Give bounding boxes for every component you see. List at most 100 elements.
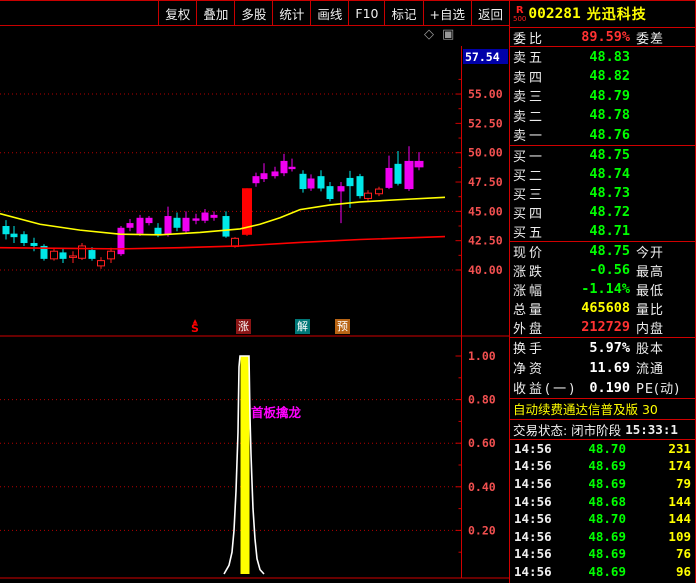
ad-banner[interactable]: 自动续费通达信普及版 30 xyxy=(510,399,695,419)
txn-price: 48.68 xyxy=(588,493,626,509)
row-label: 卖一 xyxy=(513,129,546,145)
txn-volume: 231 xyxy=(668,440,691,456)
candle-body xyxy=(154,227,162,235)
axis-label: 55.00 xyxy=(468,87,503,101)
money-signal-icon[interactable]: ▲ S xyxy=(189,319,201,335)
row-value: 48.79 xyxy=(589,87,630,104)
kline-and-indicator-chart[interactable]: 55.00 52.50 50.00 47.50 45.00 42.50 40.00 57.54… xyxy=(0,26,509,583)
candle-body xyxy=(288,166,296,170)
candle-body xyxy=(210,214,218,218)
row-label2: 今开 xyxy=(636,245,665,261)
candle-body xyxy=(20,234,28,244)
candle-body xyxy=(252,176,260,184)
candle-body xyxy=(404,160,414,190)
axis-label: 45.00 xyxy=(468,204,503,218)
candle-body xyxy=(317,176,325,189)
txn-price: 48.70 xyxy=(588,511,626,527)
row-label: 涨幅 xyxy=(513,283,546,299)
row-label: 卖三 xyxy=(513,90,546,106)
menu-button-statistics[interactable]: 统计 xyxy=(272,1,310,25)
menu-button-draw-line[interactable]: 画线 xyxy=(310,1,348,25)
txn-volume: 76 xyxy=(675,546,691,562)
candle-body xyxy=(10,233,18,238)
txn-price: 48.69 xyxy=(588,546,626,562)
mid-badge-zhang[interactable]: 涨 xyxy=(236,319,251,334)
axis-label: 0.60 xyxy=(468,436,496,450)
mid-badge-jie[interactable]: 解 xyxy=(295,319,310,334)
menu-button-mark[interactable]: 标记 xyxy=(384,1,422,25)
bid-row-5: 买五 48.71 xyxy=(510,222,695,241)
bid-levels: 买一 48.75 买二 48.74 买三 48.73 买四 48.72 买五 48.71 xyxy=(510,146,695,241)
axis-label: 0.40 xyxy=(468,480,496,494)
row-value: 212729 xyxy=(581,319,630,335)
mid-badge-yu[interactable]: 预 xyxy=(335,319,350,334)
menu-button-f10[interactable]: F10 xyxy=(348,1,384,25)
row-label2: 量比 xyxy=(636,302,665,318)
row-label2: 最低 xyxy=(636,283,665,299)
ask-row-3: 卖三 48.79 xyxy=(510,86,695,106)
axis-label: 47.50 xyxy=(468,175,503,189)
bid-row-1: 买一 48.75 xyxy=(510,146,695,165)
info-row: 涨跌 -0.56 最高 xyxy=(510,261,695,280)
transaction-row: 14:56 48.69 109 xyxy=(510,527,695,545)
row-value: 48.75 xyxy=(589,243,630,259)
row-value: 48.71 xyxy=(589,223,630,239)
transaction-row: 14:56 48.69 174 xyxy=(510,457,695,475)
row-label: 外盘 xyxy=(513,321,546,337)
weibi-row: 委比 89.59% 委差 xyxy=(513,29,665,46)
candle-body xyxy=(192,218,200,221)
row-label2: 内盘 xyxy=(636,321,665,337)
row-value: 48.72 xyxy=(589,204,630,220)
axis-label: 42.50 xyxy=(468,234,503,248)
candle-body xyxy=(136,217,144,234)
menu-button-overlay[interactable]: 叠加 xyxy=(196,1,234,25)
candle-body xyxy=(271,171,279,177)
axis-label: 40.00 xyxy=(468,263,503,277)
row-label2: 最高 xyxy=(636,264,665,280)
candle-body xyxy=(97,260,105,267)
trading-terminal-window: 复权 叠加 多股 统计 画线 F10 标记 +自选 返回 ◇ ▣ 55.00 52.50 50.00… xyxy=(0,0,696,583)
menu-button-add-watchlist[interactable]: +自选 xyxy=(422,1,471,25)
menu-button-back[interactable]: 返回 xyxy=(470,1,509,25)
info-row: 外盘 212729 内盘 xyxy=(510,318,695,337)
row-label: 卖四 xyxy=(513,70,546,86)
candle-body xyxy=(107,250,115,260)
info-row: 净资 11.69 流通 xyxy=(510,358,695,378)
axis-label: 50.00 xyxy=(468,146,503,160)
candle-body xyxy=(299,173,307,190)
row-label: 卖二 xyxy=(513,109,546,125)
bid-row-4: 买四 48.72 xyxy=(510,203,695,222)
candle-body xyxy=(88,250,96,259)
transaction-row: 14:56 48.69 96 xyxy=(510,563,695,581)
row-label: 涨跌 xyxy=(513,264,546,280)
row-label: 净资 xyxy=(513,362,546,377)
info-row: 总量 465608 量比 xyxy=(510,299,695,318)
candle-body xyxy=(145,217,153,224)
txn-time: 14:56 xyxy=(514,528,552,544)
menu-button-adjust-rights[interactable]: 复权 xyxy=(158,1,196,25)
weibi-value: 89.59% xyxy=(581,29,630,45)
candle-body xyxy=(375,188,383,195)
candle-body xyxy=(30,243,38,246)
menu-button-multi-stock[interactable]: 多股 xyxy=(234,1,272,25)
txn-volume: 144 xyxy=(668,511,691,527)
candle-body xyxy=(117,227,125,255)
ma-line-red xyxy=(0,235,446,250)
row-label: 买三 xyxy=(513,187,546,203)
ask-levels: 卖五 48.83 卖四 48.82 卖三 48.79 卖二 48.78 卖一 48.76 xyxy=(510,47,695,145)
candle-body xyxy=(69,255,77,258)
menubar: 复权 叠加 多股 统计 画线 F10 标记 +自选 返回 xyxy=(0,1,509,26)
row-label: 卖五 xyxy=(513,51,546,67)
candle-body xyxy=(356,176,364,197)
candle-body xyxy=(164,216,172,235)
info-row: 涨幅 -1.14% 最低 xyxy=(510,280,695,299)
row-value: 48.76 xyxy=(589,126,630,143)
txn-volume: 174 xyxy=(668,458,691,474)
candle-body xyxy=(326,186,334,200)
tick-transaction-list[interactable]: 14:56 48.70 231 14:56 48.69 174 14:56 48.69 79 14… xyxy=(510,440,695,581)
row-label2: 股本 xyxy=(636,342,665,357)
candle-body xyxy=(59,252,67,259)
candle-body xyxy=(260,173,268,180)
menu-buttons: 复权 叠加 多股 统计 画线 F10 标记 +自选 返回 xyxy=(158,1,509,25)
row-value: 48.75 xyxy=(589,147,630,163)
